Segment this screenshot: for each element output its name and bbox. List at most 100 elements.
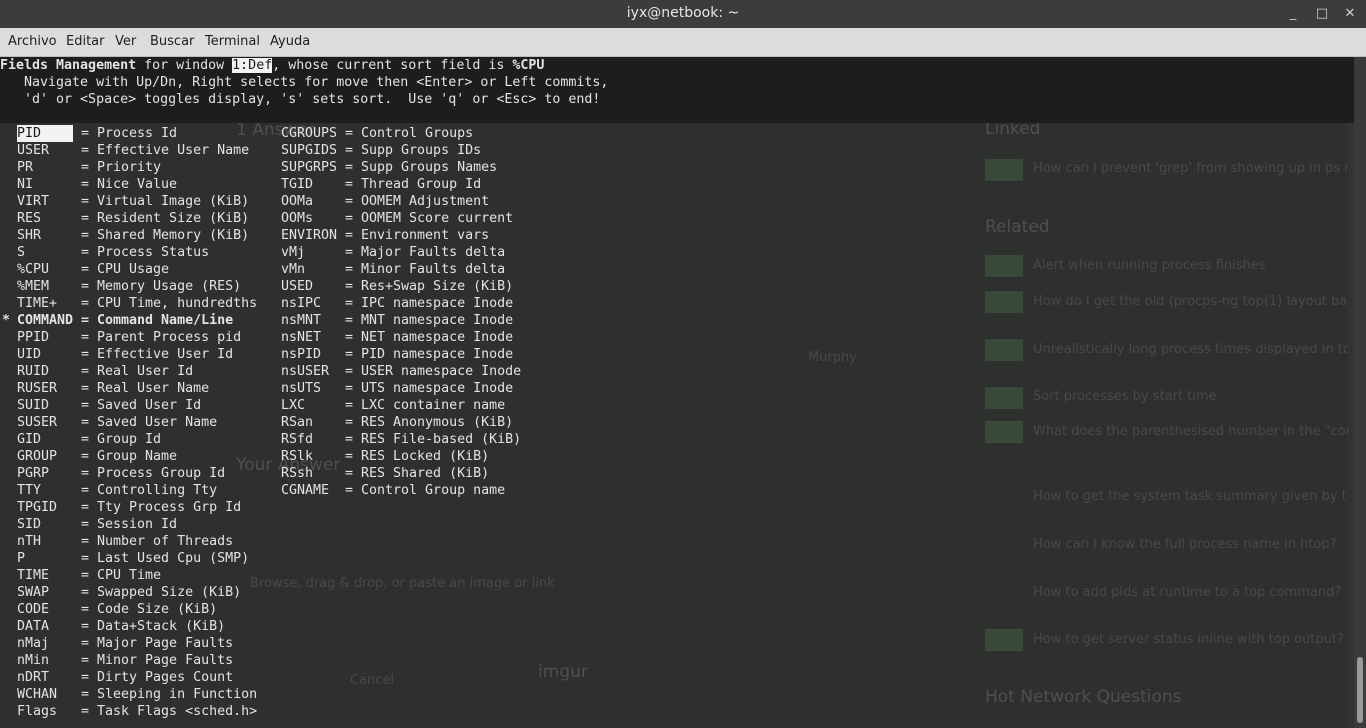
field-code: SWAP (17, 585, 50, 600)
field-description: = NET namespace Inode (345, 330, 514, 345)
field-row[interactable]: PGRP = Process Group Id (2, 465, 257, 482)
field-row[interactable]: %CPU = CPU Usage (2, 261, 257, 278)
field-row[interactable]: SID = Session Id (2, 516, 257, 533)
field-row[interactable]: nsMNT = MNT namespace Inode (281, 312, 521, 329)
field-description: = Priority (81, 160, 162, 175)
field-row[interactable]: nsUTS = UTS namespace Inode (281, 380, 521, 397)
field-code: SUSER (17, 415, 58, 430)
header-text: for window (136, 58, 233, 73)
field-row[interactable]: P = Last Used Cpu (SMP) (2, 550, 257, 567)
field-row[interactable]: TTY = Controlling Tty (2, 482, 257, 499)
terminal-scrollbar[interactable] (1354, 57, 1366, 728)
field-row[interactable]: nDRT = Dirty Pages Count (2, 669, 257, 686)
field-code: nDRT (17, 670, 50, 685)
scrollbar-thumb[interactable] (1357, 657, 1363, 723)
field-row[interactable]: GID = Group Id (2, 431, 257, 448)
field-code: nsIPC (281, 296, 322, 311)
field-row[interactable]: CGROUPS = Control Groups (281, 125, 521, 142)
field-description: = Effective User Name (81, 143, 250, 158)
fields-column-1: PID = Process Id USER = Effective User Name… (2, 125, 257, 720)
field-row[interactable]: CGNAME = Control Group name (281, 482, 521, 499)
field-row[interactable]: nMin = Minor Page Faults (2, 652, 257, 669)
field-row[interactable]: ENVIRON = Environment vars (281, 227, 521, 244)
minimize-icon[interactable]: _ (1282, 3, 1304, 25)
field-row[interactable]: SHR = Shared Memory (KiB) (2, 227, 257, 244)
field-row[interactable]: CODE = Code Size (KiB) (2, 601, 257, 618)
field-code: TPGID (17, 500, 58, 515)
menu-archivo[interactable]: Archivo (8, 34, 57, 49)
field-row[interactable]: PPID = Parent Process pid (2, 329, 257, 346)
field-row[interactable]: RES = Resident Size (KiB) (2, 210, 257, 227)
header-line-3: 'd' or <Space> toggles display, 's' sets… (0, 92, 601, 107)
field-row[interactable]: TIME+ = CPU Time, hundredths (2, 295, 257, 312)
field-row[interactable]: nsUSER = USER namespace Inode (281, 363, 521, 380)
field-row[interactable]: vMn = Minor Faults delta (281, 261, 521, 278)
field-code-selected: PID (17, 125, 73, 142)
menu-ayuda[interactable]: Ayuda (270, 34, 310, 49)
field-code: CGNAME (281, 483, 330, 498)
field-description: = Minor Faults delta (345, 262, 506, 277)
menu-terminal[interactable]: Terminal (205, 34, 260, 49)
field-row[interactable]: RUSER = Real User Name (2, 380, 257, 397)
field-row[interactable]: SUPGRPS = Supp Groups Names (281, 159, 521, 176)
field-code: PPID (17, 330, 50, 345)
field-row[interactable]: PID = Process Id (2, 125, 257, 142)
field-row[interactable]: Flags = Task Flags <sched.h> (2, 703, 257, 720)
field-row[interactable]: VIRT = Virtual Image (KiB) (2, 193, 257, 210)
field-row[interactable]: SUSER = Saved User Name (2, 414, 257, 431)
field-row[interactable]: * COMMAND = Command Name/Line (2, 312, 257, 329)
field-row[interactable]: nTH = Number of Threads (2, 533, 257, 550)
field-description: = USER namespace Inode (345, 364, 522, 379)
screen-title: Fields Management (0, 58, 137, 73)
field-row[interactable]: SUID = Saved User Id (2, 397, 257, 414)
maximize-icon[interactable]: □ (1311, 3, 1333, 25)
field-row[interactable]: SUPGIDS = Supp Groups IDs (281, 142, 521, 159)
field-description: = Real User Id (81, 364, 194, 379)
field-description: = Last Used Cpu (SMP) (81, 551, 250, 566)
field-row[interactable]: TIME = CPU Time (2, 567, 257, 584)
field-row[interactable]: RSsh = RES Shared (KiB) (281, 465, 521, 482)
field-row[interactable]: nsPID = PID namespace Inode (281, 346, 521, 363)
field-row[interactable]: vMj = Major Faults delta (281, 244, 521, 261)
menu-ver[interactable]: Ver (115, 34, 136, 49)
field-description: = Process Id (81, 126, 178, 141)
field-row[interactable]: USER = Effective User Name (2, 142, 257, 159)
field-row[interactable]: TGID = Thread Group Id (281, 176, 521, 193)
field-row[interactable]: NI = Nice Value (2, 176, 257, 193)
field-row[interactable]: WCHAN = Sleeping in Function (2, 686, 257, 703)
field-row[interactable]: TPGID = Tty Process Grp Id (2, 499, 257, 516)
field-row[interactable]: DATA = Data+Stack (KiB) (2, 618, 257, 635)
field-description: = Process Status (81, 245, 210, 260)
field-row[interactable]: USED = Res+Swap Size (KiB) (281, 278, 521, 295)
field-row[interactable]: SWAP = Swapped Size (KiB) (2, 584, 257, 601)
field-description: = Number of Threads (81, 534, 234, 549)
terminal-screen[interactable]: Linked Related 1 Answer Your Answer Hot … (0, 57, 1354, 728)
field-code: GROUP (17, 449, 58, 464)
field-description: = Dirty Pages Count (81, 670, 234, 685)
field-row[interactable]: nsIPC = IPC namespace Inode (281, 295, 521, 312)
field-row[interactable]: OOMs = OOMEM Score current (281, 210, 521, 227)
menu-editar[interactable]: Editar (66, 34, 105, 49)
field-row[interactable]: RUID = Real User Id (2, 363, 257, 380)
field-row[interactable]: RSlk = RES Locked (KiB) (281, 448, 521, 465)
field-description: = RES File-based (KiB) (345, 432, 522, 447)
menu-buscar[interactable]: Buscar (150, 34, 194, 49)
field-row[interactable]: OOMa = OOMEM Adjustment (281, 193, 521, 210)
field-row[interactable]: nsNET = NET namespace Inode (281, 329, 521, 346)
field-row[interactable]: %MEM = Memory Usage (RES) (2, 278, 257, 295)
field-code: vMj (281, 245, 306, 260)
field-row[interactable]: nMaj = Major Page Faults (2, 635, 257, 652)
field-description: = Task Flags <sched.h> (81, 704, 258, 719)
field-row[interactable]: LXC = LXC container name (281, 397, 521, 414)
field-row[interactable]: UID = Effective User Id (2, 346, 257, 363)
field-row[interactable]: RSan = RES Anonymous (KiB) (281, 414, 521, 431)
field-row[interactable]: S = Process Status (2, 244, 257, 261)
field-code: SID (17, 517, 42, 532)
close-icon[interactable]: ✕ (1339, 3, 1361, 25)
field-description: = Parent Process pid (81, 330, 242, 345)
field-description: = Swapped Size (KiB) (81, 585, 242, 600)
field-row[interactable]: RSfd = RES File-based (KiB) (281, 431, 521, 448)
field-row[interactable]: GROUP = Group Name (2, 448, 257, 465)
field-code: SHR (17, 228, 42, 243)
field-row[interactable]: PR = Priority (2, 159, 257, 176)
